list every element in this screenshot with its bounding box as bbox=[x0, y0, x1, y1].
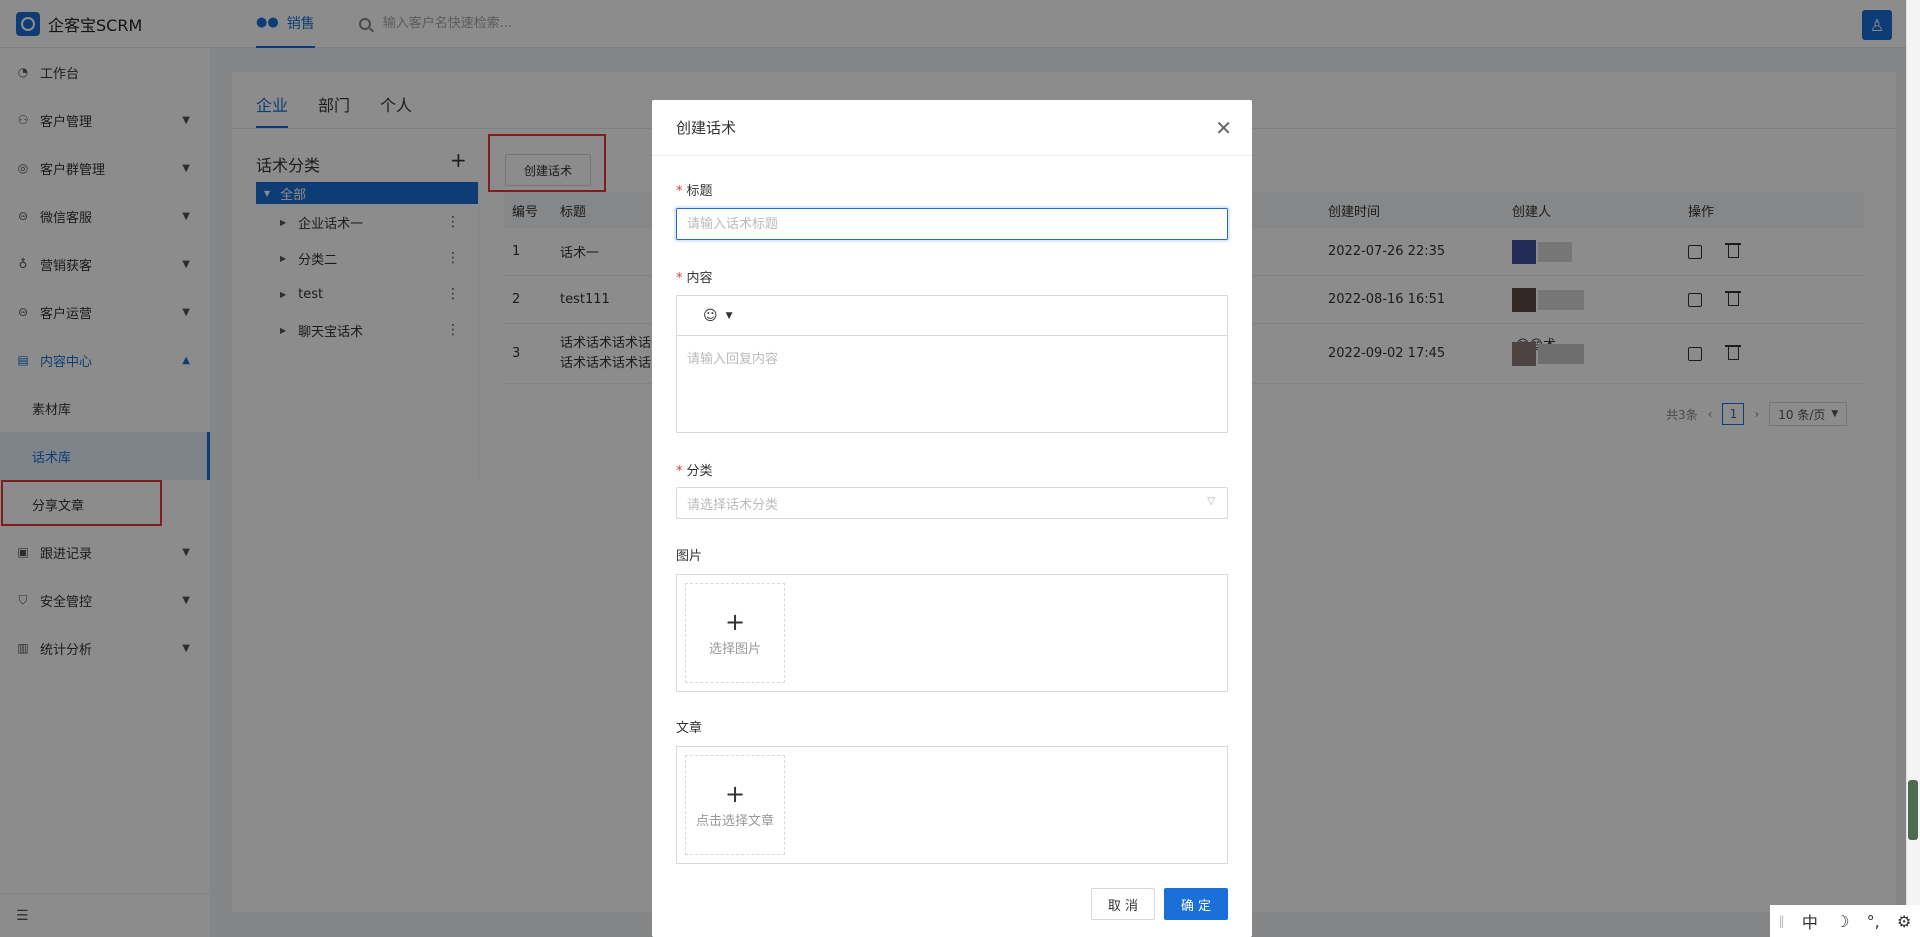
image-upload-label: 选择图片 bbox=[708, 641, 761, 657]
confirm-button[interactable]: 确 定 bbox=[1164, 888, 1228, 920]
caret-down-icon[interactable]: ▼ bbox=[726, 311, 733, 321]
required-mark: * bbox=[676, 271, 683, 286]
plus-icon: + bbox=[724, 779, 746, 808]
chevron-down-icon: ▽ bbox=[1207, 496, 1215, 507]
category-select[interactable]: 请选择话术分类 ▽ bbox=[676, 487, 1228, 519]
article-select-button[interactable]: + 点击选择文章 bbox=[685, 755, 785, 855]
content-textarea[interactable]: 请输入回复内容 bbox=[687, 348, 778, 367]
article-select-label: 点击选择文章 bbox=[695, 813, 774, 829]
dialog-header: 创建话术 bbox=[652, 100, 1252, 156]
category-label-text: 分类 bbox=[686, 464, 713, 479]
ime-toolbar: ‖ 中 ☽ °, ⚙ bbox=[1770, 905, 1920, 937]
image-upload-area: + 选择图片 bbox=[676, 574, 1228, 692]
required-mark: * bbox=[676, 464, 683, 479]
required-mark: * bbox=[676, 184, 683, 199]
title-label: * 标题 bbox=[676, 180, 713, 199]
ime-grip-icon[interactable]: ‖ bbox=[1779, 914, 1785, 928]
category-select-placeholder: 请选择话术分类 bbox=[687, 497, 779, 513]
article-upload-area: + 点击选择文章 bbox=[676, 746, 1228, 864]
ime-language-toggle[interactable]: 中 bbox=[1802, 909, 1818, 933]
image-upload-button[interactable]: + 选择图片 bbox=[685, 583, 785, 683]
title-input[interactable] bbox=[676, 208, 1228, 240]
dialog-title: 创建话术 bbox=[676, 119, 737, 137]
emoji-icon[interactable]: ☺ bbox=[703, 308, 718, 324]
image-label: 图片 bbox=[676, 549, 703, 564]
punctuation-icon[interactable]: °, bbox=[1867, 912, 1880, 931]
editor-toolbar: ☺ ▼ bbox=[677, 296, 1227, 336]
title-label-text: 标题 bbox=[686, 184, 713, 199]
category-label: * 分类 bbox=[676, 460, 713, 479]
content-editor[interactable]: ☺ ▼ 请输入回复内容 bbox=[676, 295, 1228, 433]
page-scrollbar[interactable] bbox=[1906, 0, 1920, 905]
moon-icon[interactable]: ☽ bbox=[1835, 912, 1849, 931]
close-icon[interactable]: ✕ bbox=[1215, 116, 1232, 140]
gear-icon[interactable]: ⚙ bbox=[1897, 912, 1911, 931]
scrollbar-thumb[interactable] bbox=[1908, 780, 1918, 840]
cancel-button[interactable]: 取 消 bbox=[1091, 888, 1155, 920]
article-label: 文章 bbox=[676, 721, 703, 736]
plus-icon: + bbox=[724, 607, 746, 636]
content-label-text: 内容 bbox=[686, 271, 713, 286]
content-label: * 内容 bbox=[676, 267, 713, 286]
create-script-dialog: 创建话术 ✕ *标题 *内容 ☺▼ 请输入回复内容 *分类 请选择话术分类 ▽ … bbox=[652, 100, 1252, 937]
